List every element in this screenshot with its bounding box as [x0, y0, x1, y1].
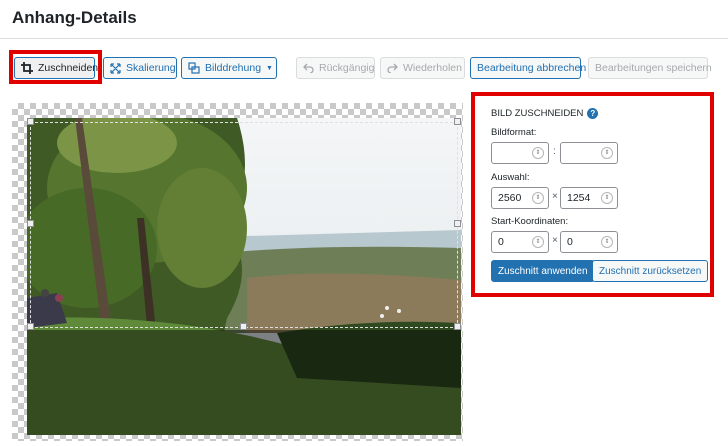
- crop-button[interactable]: Zuschneiden: [14, 57, 99, 79]
- rotate-button[interactable]: Bilddrehung ▼: [181, 57, 277, 79]
- rotate-icon: [188, 62, 200, 74]
- selection-label: Auswahl:: [491, 172, 530, 183]
- crop-handle-top-right[interactable]: [454, 118, 461, 125]
- spinner-arrows-icon[interactable]: ⇕: [601, 192, 613, 204]
- aspect-separator: :: [553, 146, 556, 157]
- selection-width-input[interactable]: 2560 ⇕: [491, 187, 549, 209]
- aspect-ratio-label: Bildformat:: [491, 127, 537, 138]
- undo-button-label: Rückgängig: [319, 62, 375, 74]
- crop-handle-top-left[interactable]: [27, 118, 34, 125]
- crop-handle-bottom-right[interactable]: [454, 323, 461, 330]
- undo-icon: [303, 63, 314, 73]
- start-coordinates-label: Start-Koordinaten:: [491, 216, 569, 227]
- selection-times: ×: [552, 191, 558, 202]
- crop-handle-bottom-left[interactable]: [27, 323, 34, 330]
- start-x-input[interactable]: 0 ⇕: [491, 231, 549, 253]
- help-circle-icon[interactable]: ?: [587, 108, 599, 119]
- crop-panel-heading: BILD ZUSCHNEIDEN ?: [491, 108, 599, 119]
- selection-height-input[interactable]: 1254 ⇕: [560, 187, 618, 209]
- start-times: ×: [552, 235, 558, 246]
- aspect-height-input[interactable]: ⇕: [560, 142, 618, 164]
- rotate-button-label: Bilddrehung: [205, 62, 262, 74]
- chevron-down-icon: ▼: [266, 64, 273, 72]
- redo-icon: [387, 63, 398, 73]
- crop-panel-title: BILD ZUSCHNEIDEN: [491, 108, 584, 119]
- aspect-width-input[interactable]: ⇕: [491, 142, 549, 164]
- spinner-arrows-icon[interactable]: ⇕: [532, 147, 544, 159]
- crop-handle-right[interactable]: [454, 220, 461, 227]
- scale-button-label: Skalierung: [126, 62, 176, 74]
- undo-button[interactable]: Rückgängig: [296, 57, 375, 79]
- redo-button[interactable]: Wiederholen: [380, 57, 465, 79]
- landscape-photo: [27, 118, 461, 435]
- start-y-input[interactable]: 0 ⇕: [560, 231, 618, 253]
- save-edits-button[interactable]: Bearbeitungen speichern: [588, 57, 712, 79]
- spinner-arrows-icon[interactable]: ⇕: [601, 147, 613, 159]
- cropped-image: [27, 118, 461, 435]
- cancel-edit-button[interactable]: Bearbeitung abbrechen: [470, 57, 586, 79]
- crop-icon: [21, 62, 33, 74]
- title-divider: [0, 38, 728, 39]
- crop-handle-bottom[interactable]: [240, 323, 247, 330]
- scale-button[interactable]: Skalierung: [103, 57, 177, 79]
- crop-handle-left[interactable]: [27, 220, 34, 227]
- spinner-arrows-icon[interactable]: ⇕: [601, 236, 613, 248]
- spinner-arrows-icon[interactable]: ⇕: [532, 192, 544, 204]
- apply-crop-button[interactable]: Zuschnitt anwenden: [491, 260, 595, 282]
- page-title: Anhang-Details: [12, 8, 137, 27]
- crop-button-label: Zuschneiden: [38, 62, 99, 74]
- redo-button-label: Wiederholen: [403, 62, 462, 74]
- scale-arrows-icon: [110, 62, 121, 74]
- spinner-arrows-icon[interactable]: ⇕: [532, 236, 544, 248]
- reset-crop-button[interactable]: Zuschnitt zurücksetzen: [592, 260, 709, 282]
